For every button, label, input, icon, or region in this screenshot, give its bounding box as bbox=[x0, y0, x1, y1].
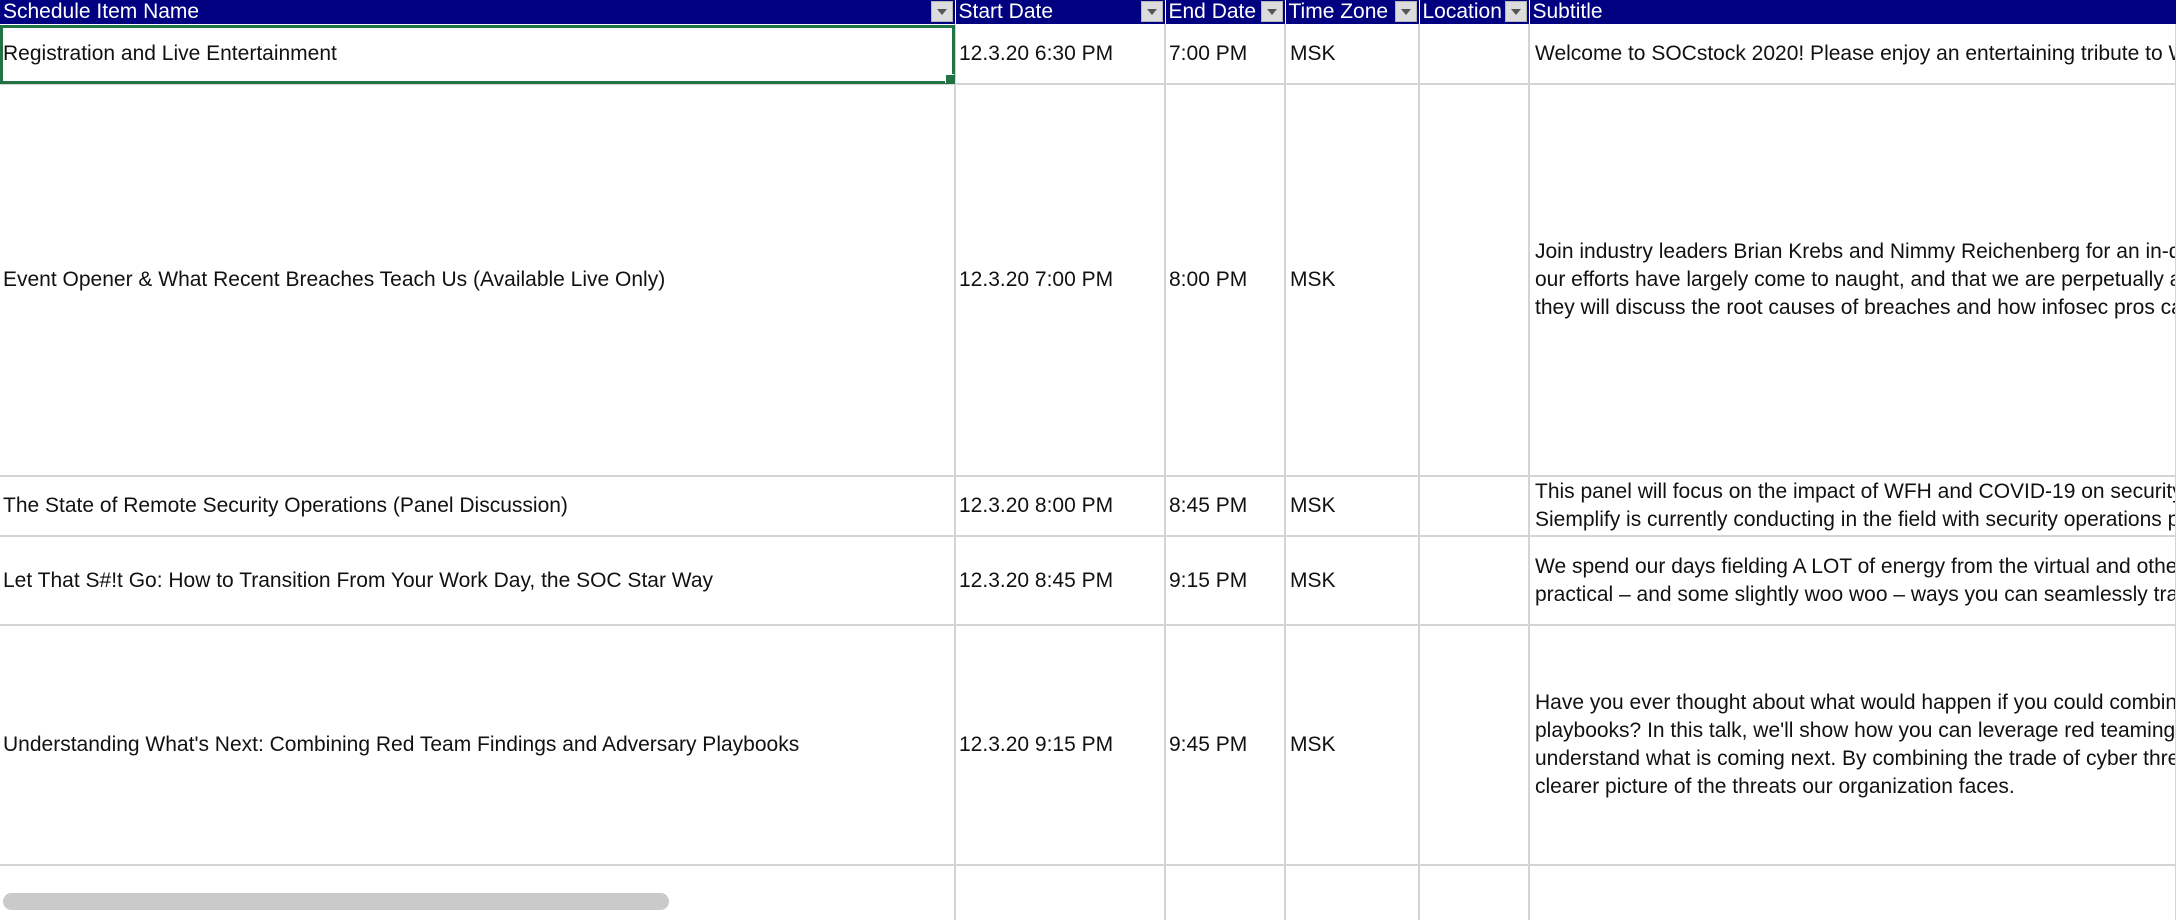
column-header-subtitle[interactable]: Subtitle bbox=[1529, 0, 2176, 25]
table-row: The State of Remote Security Operations … bbox=[0, 476, 2176, 537]
horizontal-scrollbar[interactable] bbox=[3, 893, 669, 910]
cell-subtitle[interactable]: Join industry leaders Brian Krebs and Ni… bbox=[1529, 84, 2176, 477]
table-row: Let That S#!t Go: How to Transition From… bbox=[0, 536, 2176, 626]
cell-text: We spend our days fielding A LOT of ener… bbox=[1535, 554, 2174, 606]
cell-start-date[interactable] bbox=[955, 865, 1166, 920]
filter-dropdown-icon[interactable] bbox=[1504, 1, 1527, 22]
cell-location[interactable] bbox=[1419, 625, 1530, 866]
header-row: Schedule Item Name Start Date End Date T… bbox=[0, 0, 2176, 25]
column-header-location[interactable]: Location bbox=[1419, 0, 1530, 25]
cell-start-date[interactable]: 12.3.20 9:15 PM bbox=[955, 625, 1166, 866]
column-header-schedule-item-name[interactable]: Schedule Item Name bbox=[0, 0, 956, 25]
cell-subtitle[interactable] bbox=[1529, 865, 2176, 920]
cell-subtitle[interactable]: Welcome to SOCstock 2020! Please enjoy a… bbox=[1529, 24, 2176, 85]
column-header-label: Subtitle bbox=[1532, 0, 1603, 23]
table-row: Understanding What's Next: Combining Red… bbox=[0, 625, 2176, 866]
table-row: Registration and Live Entertainment 12.3… bbox=[0, 24, 2176, 85]
cell-location[interactable] bbox=[1419, 24, 1530, 85]
cell-end-date[interactable]: 9:15 PM bbox=[1165, 536, 1286, 626]
column-header-label: Schedule Item Name bbox=[3, 0, 200, 23]
cell-text: This panel will focus on the impact of W… bbox=[1535, 480, 2176, 531]
column-header-time-zone[interactable]: Time Zone bbox=[1285, 0, 1420, 25]
cell-subtitle[interactable]: This panel will focus on the impact of W… bbox=[1529, 476, 2176, 537]
cell-time-zone[interactable]: MSK bbox=[1285, 625, 1420, 866]
table-row: Event Opener & What Recent Breaches Teac… bbox=[0, 84, 2176, 477]
cell-name[interactable]: Understanding What's Next: Combining Red… bbox=[0, 625, 956, 866]
cell-start-date[interactable]: 12.3.20 8:00 PM bbox=[955, 476, 1166, 537]
cell-time-zone[interactable] bbox=[1285, 865, 1420, 920]
filter-dropdown-icon[interactable] bbox=[1140, 1, 1163, 22]
filter-dropdown-icon[interactable] bbox=[1394, 1, 1417, 22]
filter-dropdown-icon[interactable] bbox=[1260, 1, 1283, 22]
cell-name[interactable]: The State of Remote Security Operations … bbox=[0, 476, 956, 537]
column-header-end-date[interactable]: End Date bbox=[1165, 0, 1286, 25]
cell-end-date[interactable]: 7:00 PM bbox=[1165, 24, 1286, 85]
cell-name[interactable]: Registration and Live Entertainment bbox=[0, 24, 956, 85]
cell-location[interactable] bbox=[1419, 865, 1530, 920]
cell-subtitle[interactable]: We spend our days fielding A LOT of ener… bbox=[1529, 536, 2176, 626]
schedule-table: Schedule Item Name Start Date End Date T… bbox=[0, 0, 2176, 920]
cell-end-date[interactable]: 9:45 PM bbox=[1165, 625, 1286, 866]
cell-start-date[interactable]: 12.3.20 6:30 PM bbox=[955, 24, 1166, 85]
cell-location[interactable] bbox=[1419, 476, 1530, 537]
cell-end-date[interactable] bbox=[1165, 865, 1286, 920]
cell-time-zone[interactable]: MSK bbox=[1285, 476, 1420, 537]
cell-time-zone[interactable]: MSK bbox=[1285, 84, 1420, 477]
cell-end-date[interactable]: 8:45 PM bbox=[1165, 476, 1286, 537]
cell-location[interactable] bbox=[1419, 536, 1530, 626]
column-header-start-date[interactable]: Start Date bbox=[955, 0, 1166, 25]
cell-subtitle[interactable]: Have you ever thought about what would h… bbox=[1529, 625, 2176, 866]
cell-text: Registration and Live Entertainment bbox=[3, 42, 337, 65]
fill-handle[interactable] bbox=[945, 74, 953, 83]
column-header-label: Start Date bbox=[958, 0, 1054, 23]
cell-text: Welcome to SOCstock 2020! Please enjoy a… bbox=[1535, 42, 2174, 65]
cell-text: Have you ever thought about what would h… bbox=[1535, 691, 2176, 798]
cell-start-date[interactable]: 12.3.20 7:00 PM bbox=[955, 84, 1166, 477]
filter-dropdown-icon[interactable] bbox=[930, 1, 953, 22]
cell-name[interactable]: Event Opener & What Recent Breaches Teac… bbox=[0, 84, 956, 477]
spreadsheet-grid: Schedule Item Name Start Date End Date T… bbox=[0, 0, 2176, 920]
cell-end-date[interactable]: 8:00 PM bbox=[1165, 84, 1286, 477]
cell-text: Join industry leaders Brian Krebs and Ni… bbox=[1535, 240, 2174, 319]
cell-time-zone[interactable]: MSK bbox=[1285, 536, 1420, 626]
cell-name[interactable]: Let That S#!t Go: How to Transition From… bbox=[0, 536, 956, 626]
cell-time-zone[interactable]: MSK bbox=[1285, 24, 1420, 85]
cell-location[interactable] bbox=[1419, 84, 1530, 477]
cell-start-date[interactable]: 12.3.20 8:45 PM bbox=[955, 536, 1166, 626]
